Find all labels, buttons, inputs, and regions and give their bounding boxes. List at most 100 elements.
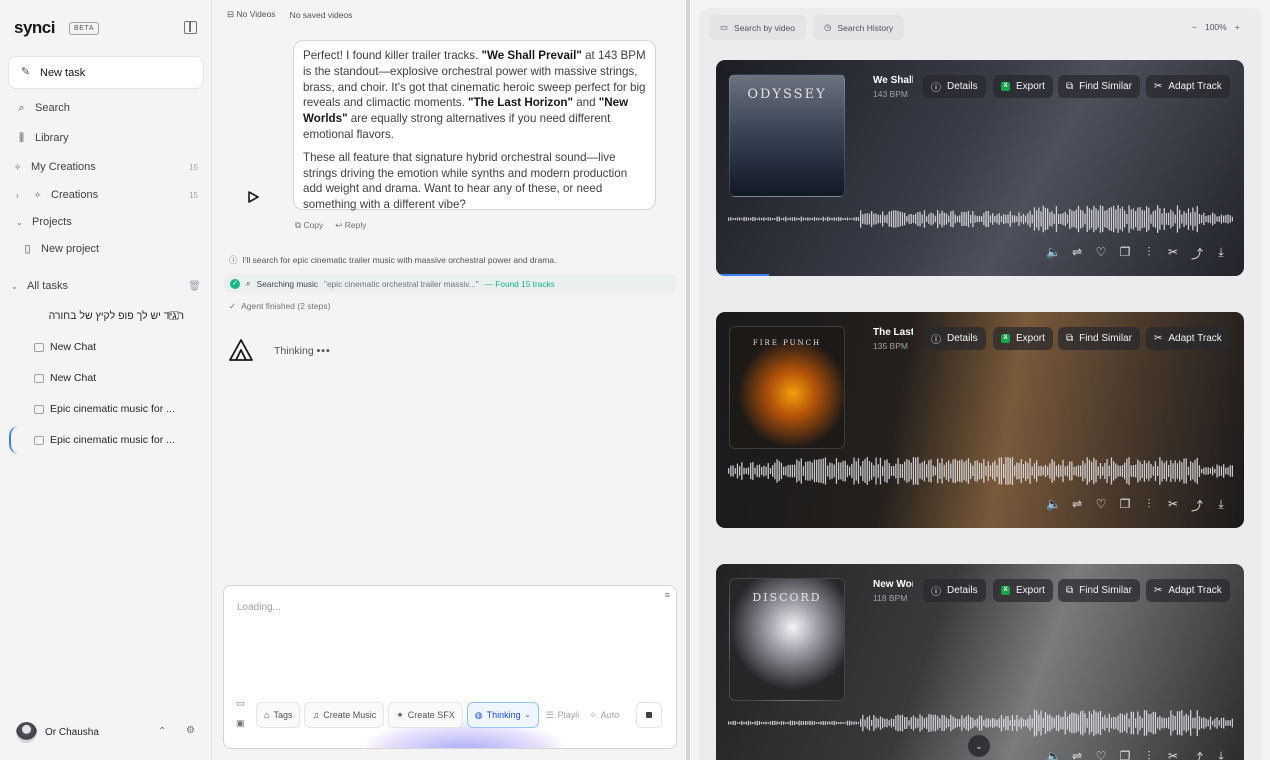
queue-icon[interactable]: ⇌ <box>1070 749 1084 760</box>
equalizer-icon[interactable]: ⫶ <box>1142 245 1156 262</box>
stop-button[interactable] <box>636 702 663 728</box>
waveform-bar <box>1139 207 1141 231</box>
download-icon[interactable]: ⤓ <box>1214 749 1228 760</box>
find-similar-button[interactable]: ⧉ Find Similar <box>1058 327 1140 350</box>
nav-creations[interactable]: › ✧ Creations 15 <box>16 189 198 201</box>
waveform-bar <box>822 721 824 725</box>
logo[interactable]: synci BETA <box>14 18 100 38</box>
nav-projects[interactable]: ⌄ Projects <box>16 216 198 228</box>
find-similar-button[interactable]: ⧉ Find Similar <box>1058 579 1140 602</box>
waveform-bar <box>1209 214 1212 224</box>
adapt-track-button[interactable]: ✂ Adapt Track <box>1146 75 1230 98</box>
chevron-right-icon[interactable]: › <box>16 191 24 200</box>
prompt-input[interactable]: Loading... <box>237 602 281 613</box>
volume-icon[interactable]: 🔈 <box>1046 497 1061 514</box>
volume-icon[interactable]: 🔈 <box>1046 245 1061 262</box>
waveform-bar <box>1047 466 1049 476</box>
task-item[interactable]: תגיד יש לך פופ לקיץ של בחורה <box>44 310 184 322</box>
adapt-track-button[interactable]: ✂ Adapt Track <box>1146 579 1230 602</box>
zoom-out-button[interactable]: − <box>1192 22 1197 32</box>
details-button[interactable]: ⓘ Details <box>923 75 986 98</box>
copy-button[interactable]: ⧉ Copy <box>295 220 323 231</box>
album-art[interactable]: ODYSSEY <box>729 74 845 197</box>
scroll-down-button[interactable]: ⌄ <box>968 735 990 757</box>
tab-search-by-video[interactable]: ▭ Search by video <box>709 15 806 40</box>
gear-icon[interactable]: ⚙ <box>186 725 195 736</box>
tags-button[interactable]: ⌂ Tags <box>256 702 301 728</box>
waveform-bar <box>965 716 967 730</box>
reply-button[interactable]: ↩ Reply <box>335 220 366 231</box>
trash-icon[interactable]: 🗑 <box>188 281 201 292</box>
task-item[interactable]: New Chat <box>34 341 204 353</box>
queue-icon[interactable]: ⇌ <box>1070 497 1084 514</box>
waveform[interactable] <box>728 198 1233 240</box>
create-music-button[interactable]: ♫ Create Music <box>304 702 385 728</box>
waveform-bar <box>866 717 868 729</box>
image-attach-icon[interactable]: ▣ <box>236 718 245 729</box>
waveform-bar <box>1143 210 1146 228</box>
track-card[interactable]: DISCORD New Worlds 118 BPM ⓘ Details X Export ⧉… <box>716 564 1244 760</box>
zoom-in-button[interactable]: + <box>1235 22 1240 32</box>
nav-library[interactable]: ⫼ Library <box>16 132 198 144</box>
adapt-track-button[interactable]: ✂ Adapt Track <box>1146 327 1230 350</box>
stop-icon <box>646 712 653 718</box>
playback-progress[interactable] <box>716 274 769 276</box>
waveform-bar <box>794 217 796 221</box>
chevron-up-icon[interactable]: ⌃ <box>158 726 166 737</box>
find-similar-button[interactable]: ⧉ Find Similar <box>1058 75 1140 98</box>
nav-my-creations[interactable]: ✧ My Creations 15 <box>12 161 198 173</box>
auto-button[interactable]: ✧ Auto <box>586 702 622 728</box>
details-button[interactable]: ⓘ Details <box>923 327 986 350</box>
task-item[interactable]: Epic cinematic music for ... <box>34 403 204 415</box>
share-icon[interactable]: ⤴ <box>1190 245 1204 262</box>
volume-icon[interactable]: 🔈 <box>1046 749 1061 760</box>
task-item-active[interactable]: Epic cinematic music for ... <box>34 434 204 446</box>
nav-new-project[interactable]: ▯ New project <box>22 243 204 255</box>
videos-status[interactable]: ⊟ No Videos <box>227 9 276 20</box>
queue-icon[interactable]: ⇌ <box>1070 245 1084 262</box>
equalizer-icon[interactable]: ⫶ <box>1142 749 1156 760</box>
scissors-icon[interactable]: ✂ <box>1166 749 1180 760</box>
all-tasks-header[interactable]: ⌄ All tasks 🗑 <box>11 280 201 292</box>
copy-icon[interactable]: ❐ <box>1118 749 1132 760</box>
collapse-sidebar-icon[interactable] <box>184 21 197 34</box>
album-art[interactable]: FIRE PUNCH <box>729 326 845 449</box>
share-icon[interactable]: ⤴ <box>1190 749 1204 760</box>
video-attach-icon[interactable]: ▭ <box>236 698 245 709</box>
track-card[interactable]: ODYSSEY We Shall Prevail 143 BPM ⓘ Details XE… <box>716 60 1244 276</box>
track-name[interactable]: We Shall Prevail <box>873 75 913 86</box>
export-button[interactable]: X Export <box>993 75 1053 98</box>
resize-handle-icon[interactable]: ≡ <box>665 590 670 600</box>
details-button[interactable]: ⓘ Details <box>923 579 986 602</box>
export-button[interactable]: X Export <box>993 579 1053 602</box>
nav-search[interactable]: ⌕ Search <box>16 102 198 114</box>
waveform[interactable] <box>728 450 1233 492</box>
track-name[interactable]: New Worlds <box>873 579 913 590</box>
heart-icon[interactable]: ♡ <box>1094 497 1108 514</box>
thinking-toggle[interactable]: ◍ Thinking ⌄ <box>466 702 539 728</box>
new-task-button[interactable]: ✎ New task <box>8 56 204 89</box>
equalizer-icon[interactable]: ⫶ <box>1142 497 1156 514</box>
share-icon[interactable]: ⤴ <box>1190 497 1204 514</box>
copy-icon[interactable]: ❐ <box>1118 245 1132 262</box>
playlist-button[interactable]: ☰ Playli <box>543 702 583 728</box>
search-step[interactable]: ✓ ⌕ Searching music "epic cinematic orch… <box>224 274 676 293</box>
album-art[interactable]: DISCORD <box>729 578 845 701</box>
waveform-bar <box>879 457 882 485</box>
download-icon[interactable]: ⤓ <box>1214 245 1228 262</box>
heart-icon[interactable]: ♡ <box>1094 749 1108 760</box>
play-icon[interactable] <box>246 190 260 204</box>
panel-resize-handle[interactable] <box>686 0 690 760</box>
tab-search-history[interactable]: ◷ Search History <box>812 15 905 40</box>
task-item[interactable]: New Chat <box>34 372 204 384</box>
export-button[interactable]: X Export <box>993 327 1053 350</box>
scissors-icon[interactable]: ✂ <box>1166 245 1180 262</box>
scissors-icon[interactable]: ✂ <box>1166 497 1180 514</box>
track-card[interactable]: FIRE PUNCH The Last Horizon 135 BPM ⓘ Detail… <box>716 312 1244 528</box>
create-sfx-button[interactable]: ✦ Create SFX <box>388 702 463 728</box>
copy-icon[interactable]: ❐ <box>1118 497 1132 514</box>
download-icon[interactable]: ⤓ <box>1214 497 1228 514</box>
heart-icon[interactable]: ♡ <box>1094 245 1108 262</box>
user-profile[interactable]: Or Chausha ⌃ ⚙ <box>16 722 206 743</box>
track-name[interactable]: The Last Horizon <box>873 327 913 338</box>
